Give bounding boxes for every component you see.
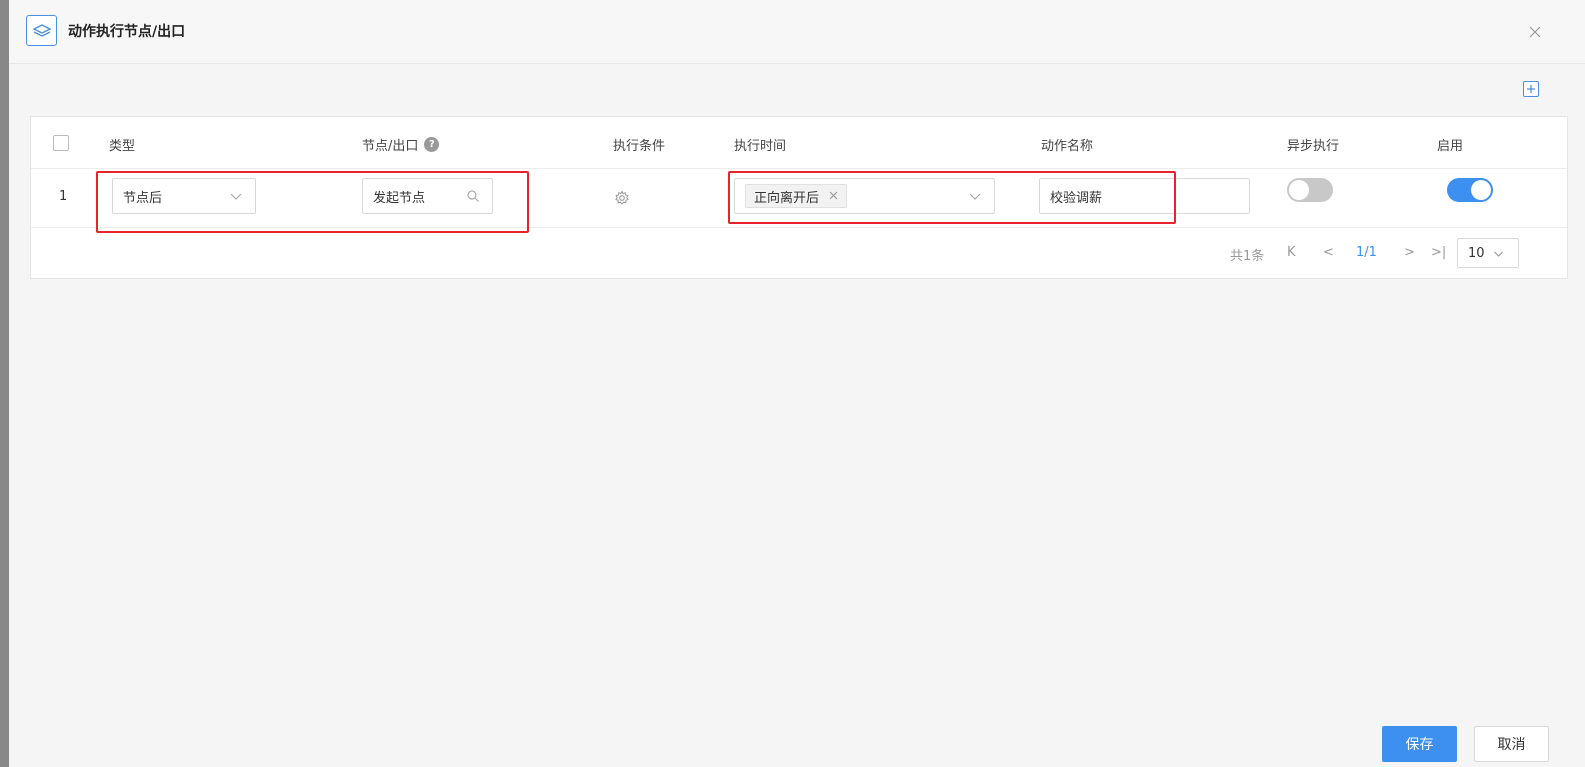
pagination: 共1条 K < 1/1 > >| 10 xyxy=(31,228,1567,280)
gear-icon[interactable] xyxy=(614,190,630,210)
chevron-down-icon xyxy=(229,189,243,203)
column-header-exec-time: 执行时间 xyxy=(734,135,786,154)
chevron-down-icon xyxy=(968,189,982,203)
column-header-action-name: 动作名称 xyxy=(1041,135,1093,154)
column-label: 类型 xyxy=(109,139,136,154)
column-header-async: 异步执行 xyxy=(1287,135,1339,154)
save-button[interactable]: 保存 xyxy=(1382,726,1457,762)
exec-time-select[interactable]: 正向离开后 xyxy=(734,178,995,214)
select-all-checkbox[interactable] xyxy=(53,135,69,151)
table-header: 类型 节点/出口 ? 执行条件 执行时间 动作名称 异步执行 启用 xyxy=(31,117,1567,169)
column-label: 执行条件 xyxy=(613,139,666,154)
left-edge xyxy=(0,0,9,767)
column-label: 启用 xyxy=(1437,139,1464,154)
close-icon[interactable] xyxy=(1523,20,1547,44)
page-size-select[interactable]: 10 xyxy=(1457,238,1519,268)
exec-time-tag: 正向离开后 xyxy=(745,184,848,208)
layers-icon xyxy=(26,15,57,46)
search-icon[interactable] xyxy=(466,189,480,203)
column-label: 节点/出口 xyxy=(362,139,419,154)
tag-close-icon[interactable] xyxy=(829,189,838,203)
next-page-button[interactable]: > xyxy=(1404,245,1415,260)
add-icon[interactable] xyxy=(1523,81,1539,97)
pagination-total: 共1条 xyxy=(1230,249,1265,264)
action-table: 类型 节点/出口 ? 执行条件 执行时间 动作名称 异步执行 启用 1 节点后 … xyxy=(30,116,1568,279)
toggle-knob xyxy=(1289,180,1309,200)
exec-time-tag-label: 正向离开后 xyxy=(754,190,820,206)
action-name-input[interactable]: 校验调薪 xyxy=(1039,178,1250,214)
column-label: 异步执行 xyxy=(1287,139,1340,154)
enabled-toggle[interactable] xyxy=(1447,178,1493,202)
last-page-button[interactable]: >| xyxy=(1431,245,1446,260)
table-row: 1 节点后 发起节点 正向离开后 校验调薪 xyxy=(31,169,1567,228)
type-select-value: 节点后 xyxy=(123,190,163,206)
column-header-enabled: 启用 xyxy=(1437,135,1463,154)
toggle-knob xyxy=(1471,180,1491,200)
column-header-type: 类型 xyxy=(109,135,135,154)
action-name-value: 校验调薪 xyxy=(1050,190,1103,206)
first-page-button[interactable]: K xyxy=(1287,245,1296,260)
dialog-title: 动作执行节点/出口 xyxy=(68,24,186,40)
page-size-value: 10 xyxy=(1468,245,1485,261)
node-value: 发起节点 xyxy=(373,190,426,206)
chevron-down-icon xyxy=(1493,251,1503,257)
row-index: 1 xyxy=(59,189,68,204)
node-search-input[interactable]: 发起节点 xyxy=(362,178,493,214)
column-label: 执行时间 xyxy=(734,139,787,154)
dialog-header: 动作执行节点/出口 xyxy=(9,0,1585,64)
async-toggle[interactable] xyxy=(1287,178,1333,202)
page-indicator: 1/1 xyxy=(1356,245,1377,260)
column-header-node-exit: 节点/出口 ? xyxy=(362,135,440,154)
prev-page-button[interactable]: < xyxy=(1323,245,1334,260)
column-header-condition: 执行条件 xyxy=(613,135,665,154)
dialog: 动作执行节点/出口 类型 节点/出口 ? 执行条件 执行时间 动作名称 异步执行… xyxy=(9,0,1585,767)
type-select[interactable]: 节点后 xyxy=(112,178,256,214)
column-label: 动作名称 xyxy=(1041,139,1094,154)
cancel-button[interactable]: 取消 xyxy=(1474,726,1549,762)
help-icon[interactable]: ? xyxy=(424,137,440,152)
